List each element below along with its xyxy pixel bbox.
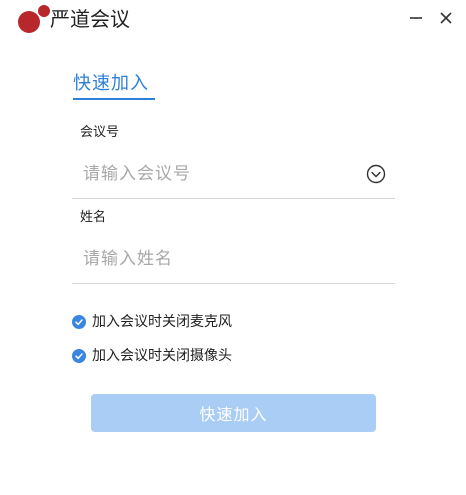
app-title: 严道会议 bbox=[50, 7, 130, 31]
checkbox-checked-icon[interactable] bbox=[72, 315, 86, 329]
minus-icon bbox=[410, 17, 422, 19]
mute-mic-label: 加入会议时关闭麦克风 bbox=[92, 314, 232, 330]
name-input[interactable] bbox=[80, 244, 383, 274]
name-divider bbox=[72, 283, 395, 284]
name-label: 姓名 bbox=[80, 210, 107, 225]
checkmark-icon bbox=[75, 319, 83, 326]
quick-join-button[interactable]: 快速加入 bbox=[91, 394, 376, 432]
close-button[interactable] bbox=[434, 6, 458, 30]
minimize-button[interactable] bbox=[404, 6, 428, 30]
mute-mic-option[interactable]: 加入会议时关闭麦克风 bbox=[72, 312, 232, 332]
checkmark-icon bbox=[75, 353, 83, 360]
app-logo-icon bbox=[18, 5, 50, 33]
title-bar: 严道会议 bbox=[0, 0, 466, 40]
meeting-history-dropdown[interactable] bbox=[366, 164, 386, 184]
camera-off-label: 加入会议时关闭摄像头 bbox=[92, 348, 232, 364]
chevron-down-circle-icon bbox=[366, 164, 386, 184]
close-icon bbox=[440, 12, 452, 24]
tab-active-indicator bbox=[73, 98, 155, 100]
meeting-id-input[interactable] bbox=[80, 159, 383, 189]
meeting-id-divider bbox=[72, 198, 395, 199]
tab-quick-join[interactable]: 快速加入 bbox=[73, 72, 149, 96]
checkbox-checked-icon[interactable] bbox=[72, 349, 86, 363]
meeting-id-label: 会议号 bbox=[80, 125, 120, 140]
camera-off-option[interactable]: 加入会议时关闭摄像头 bbox=[72, 346, 232, 366]
